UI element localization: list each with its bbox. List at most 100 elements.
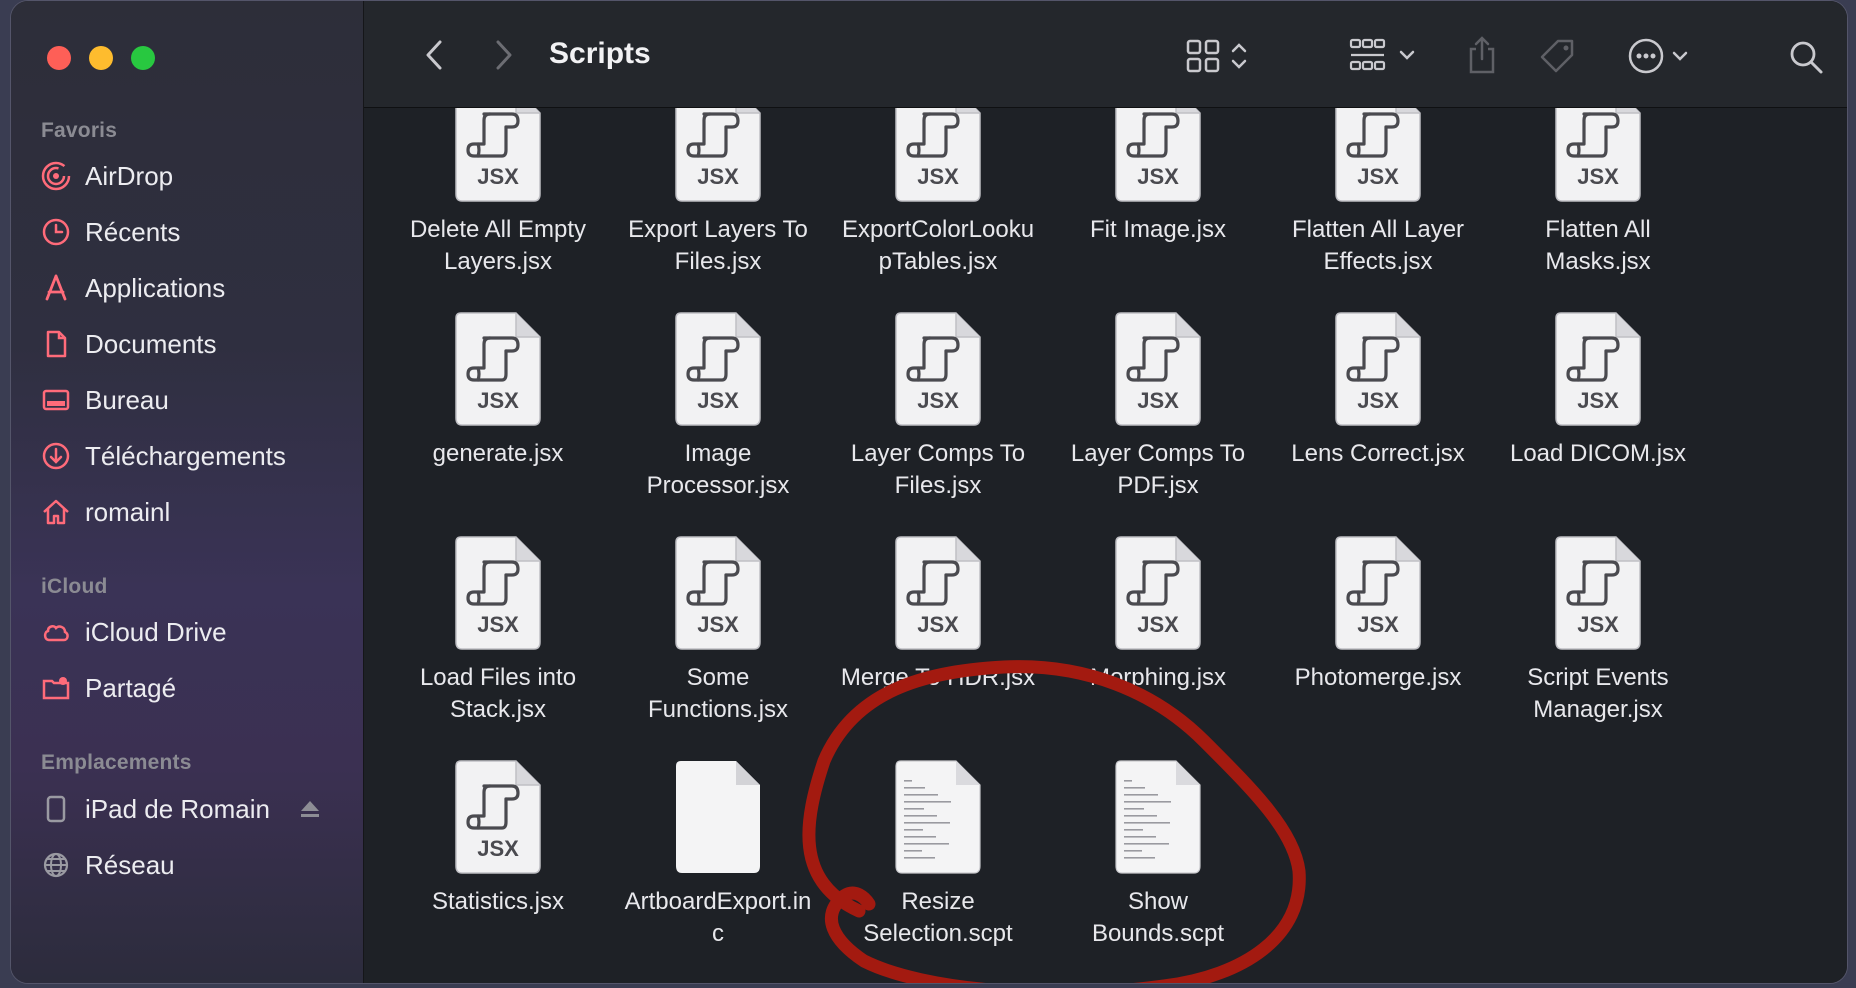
file-name-label: pTables.jsx xyxy=(878,248,998,275)
file-name-label: Layers.jsx xyxy=(443,248,553,275)
svg-text:JSX: JSX xyxy=(917,388,959,413)
jsx-script-icon: JSX xyxy=(450,758,546,881)
file-name-label: Statistics.jsx xyxy=(431,888,565,915)
jsx-script-icon: JSX xyxy=(1330,310,1426,433)
jsx-script-icon: JSX xyxy=(890,108,986,209)
file-name-label: Delete All Empty xyxy=(409,216,587,243)
svg-text:JSX: JSX xyxy=(477,612,519,637)
jsx-script-icon: JSX xyxy=(1110,310,1206,433)
sidebar-item-label: AirDrop xyxy=(85,160,174,191)
jsx-script-icon: JSX xyxy=(1550,108,1646,209)
file-name-label: Manager.jsx xyxy=(1533,696,1663,723)
sidebar-item-airdrop[interactable]: AirDrop xyxy=(41,154,173,198)
more-actions-button[interactable] xyxy=(1626,35,1698,77)
sidebar-item-r-cents[interactable]: Récents xyxy=(41,210,180,254)
file-name-label: ExportColorLooku xyxy=(841,216,1035,243)
icon-view-icon xyxy=(1186,39,1247,73)
sidebar-item-label: Réseau xyxy=(85,849,175,880)
file-name-label: Some xyxy=(686,664,750,691)
sidebar-item-romainl[interactable]: romainl xyxy=(41,490,170,534)
section-icloud: iCloud xyxy=(41,575,108,598)
file-name-label: generate.jsx xyxy=(432,440,564,467)
sidebar-item-partag-[interactable]: Partagé xyxy=(41,666,176,710)
sidebar-item-r-seau[interactable]: Réseau xyxy=(41,843,175,887)
share-icon xyxy=(1469,36,1495,74)
search-icon xyxy=(1790,41,1823,74)
ipad-icon xyxy=(41,794,71,824)
sidebar-item-label: Bureau xyxy=(85,384,169,415)
forward-button[interactable] xyxy=(484,35,524,75)
eject-icon[interactable] xyxy=(299,798,321,820)
jsx-script-icon: JSX xyxy=(1110,534,1206,657)
applications-icon xyxy=(41,273,71,303)
file-name-label: Show xyxy=(1127,888,1189,915)
sidebar-item-label: romainl xyxy=(85,496,171,527)
file-name-label: Image xyxy=(684,440,752,467)
minimize-button[interactable] xyxy=(89,46,113,70)
file-name-label: Fit Image.jsx xyxy=(1089,216,1227,243)
file-name-label: Script Events xyxy=(1527,664,1669,691)
sidebar-item-bureau[interactable]: Bureau xyxy=(41,378,169,422)
file-name-label: Load Files into xyxy=(419,664,577,691)
svg-text:JSX: JSX xyxy=(1577,164,1619,189)
file-name-label: Processor.jsx xyxy=(646,472,790,499)
close-button[interactable] xyxy=(47,46,71,70)
svg-text:JSX: JSX xyxy=(477,836,519,861)
sidebar-item-icloud-drive[interactable]: iCloud Drive xyxy=(41,610,227,654)
file-name-label: Load DICOM.jsx xyxy=(1509,440,1687,467)
file-name-label: Functions.jsx xyxy=(647,696,789,723)
back-button[interactable] xyxy=(414,35,454,75)
svg-text:JSX: JSX xyxy=(477,164,519,189)
sidebar-item-applications[interactable]: Applications xyxy=(41,266,225,310)
sidebar-item-documents[interactable]: Documents xyxy=(41,322,217,366)
airdrop-icon xyxy=(41,161,71,191)
jsx-script-icon: JSX xyxy=(1330,108,1426,209)
svg-text:JSX: JSX xyxy=(697,164,739,189)
file-name-label: Layer Comps To xyxy=(1070,440,1246,467)
view-mode-button[interactable] xyxy=(1186,37,1256,75)
desktop-icon xyxy=(41,385,71,415)
group-button[interactable] xyxy=(1349,37,1425,75)
svg-text:JSX: JSX xyxy=(477,388,519,413)
main-pane: Scripts JSX Delete All Empty Layers.jsx … xyxy=(364,1,1847,983)
file-grid: JSX Delete All Empty Layers.jsx JSX Expor… xyxy=(364,108,1847,983)
file-name-label: Stack.jsx xyxy=(449,696,547,723)
section-locations: Emplacements xyxy=(41,751,192,774)
applescript-file-icon xyxy=(1110,758,1206,881)
jsx-script-icon: JSX xyxy=(670,310,766,433)
ellipsis-circle-icon xyxy=(1628,38,1688,74)
sidebar-item-t-l-chargements[interactable]: Téléchargements xyxy=(41,434,286,478)
file-name-label: Lens Correct.jsx xyxy=(1291,440,1465,467)
svg-text:JSX: JSX xyxy=(1357,164,1399,189)
chevron-right-icon xyxy=(496,40,512,70)
network-icon xyxy=(41,850,71,880)
section-favorites: Favoris xyxy=(41,119,118,142)
tags-button[interactable] xyxy=(1536,35,1580,79)
clock-icon xyxy=(41,217,71,247)
jsx-script-icon: JSX xyxy=(1550,534,1646,657)
file-name-label: Resize xyxy=(901,888,975,915)
file-name-label: Layer Comps To xyxy=(850,440,1026,467)
sidebar-item-label: Partagé xyxy=(85,672,177,703)
toolbar: Scripts xyxy=(364,1,1847,108)
zoom-button[interactable] xyxy=(131,46,155,70)
search-button[interactable] xyxy=(1784,35,1828,79)
window-controls xyxy=(47,46,155,70)
svg-text:JSX: JSX xyxy=(917,612,959,637)
svg-text:JSX: JSX xyxy=(1577,388,1619,413)
svg-text:JSX: JSX xyxy=(697,388,739,413)
group-icon xyxy=(1349,38,1415,71)
file-name-label: Merge To HDR.jsx xyxy=(840,664,1036,691)
file-name-label: Effects.jsx xyxy=(1323,248,1433,275)
sidebar-item-ipad-de-romain[interactable]: iPad de Romain xyxy=(41,787,270,831)
file-name-label: Flatten All Layer xyxy=(1291,216,1465,243)
svg-text:JSX: JSX xyxy=(1357,612,1399,637)
jsx-script-icon: JSX xyxy=(450,108,546,209)
file-name-label: Bounds.scpt xyxy=(1091,920,1225,947)
svg-text:JSX: JSX xyxy=(1577,612,1619,637)
sidebar-item-label: Documents xyxy=(85,328,217,359)
jsx-script-icon: JSX xyxy=(450,310,546,433)
chevron-left-icon xyxy=(426,40,442,70)
file-name-label: Flatten All xyxy=(1545,216,1651,243)
share-button[interactable] xyxy=(1462,33,1502,77)
